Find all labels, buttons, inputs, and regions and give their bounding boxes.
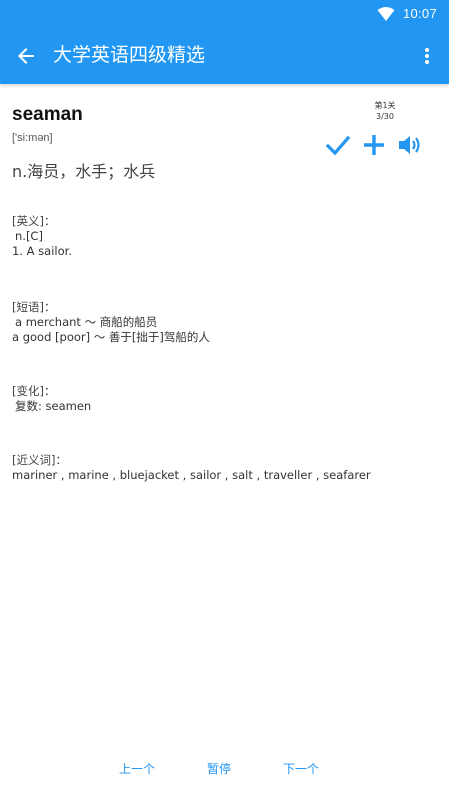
wifi-icon (377, 7, 395, 21)
section-english-definition: [英义]： n.[C] 1. A sailor. (12, 214, 72, 259)
prev-button[interactable]: 上一个 (119, 760, 155, 777)
section-synonyms: [近义词]： mariner , marine , bluejacket , s… (12, 453, 371, 483)
synonym-line: mariner , marine , bluejacket , sailor ,… (12, 468, 371, 482)
definition-line: 1. A sailor. (12, 244, 72, 258)
pause-button[interactable]: 暂停 (207, 760, 231, 777)
phrase-line: a good [poor] ～ 善于[拙于]驾船的人 (12, 330, 210, 344)
section-phrases: [短语]： a merchant ～ 商船的船员 a good [poor] ～… (12, 300, 210, 345)
word-actions (325, 132, 429, 160)
section-heading: [英义]： (12, 214, 56, 228)
status-bar: 10:07 (0, 0, 449, 28)
inflection-line: 复数: seamen (15, 399, 92, 413)
next-button[interactable]: 下一个 (283, 760, 319, 777)
section-heading: [变化]： (12, 384, 56, 398)
plus-icon[interactable] (361, 132, 387, 158)
volume-icon[interactable] (397, 132, 423, 158)
level-indicator: 第1关 3/30 (367, 100, 403, 122)
word-detail: seaman ['si:mən] n.海员，水手；水兵 第1关 3/30 [英义… (0, 84, 449, 744)
section-heading: [近义词]： (12, 453, 67, 467)
phonetic: ['si:mən] (12, 132, 53, 144)
status-time: 10:07 (402, 6, 437, 21)
app-bar: 大学英语四级精选 (0, 28, 449, 84)
level-label: 第1关 (374, 101, 396, 110)
app-title: 大学英语四级精选 (53, 44, 206, 66)
back-arrow-icon[interactable] (14, 44, 38, 68)
section-inflection: [变化]： 复数: seamen (12, 384, 91, 414)
more-vert-icon[interactable] (421, 44, 433, 68)
phrase-line: a merchant ～ 商船的船员 (15, 315, 158, 329)
section-heading: [短语]： (12, 300, 56, 314)
bottom-controls: 上一个 暂停 下一个 (0, 756, 449, 786)
headword: seaman (12, 104, 83, 125)
definition-line: n.[C] (15, 229, 43, 243)
meaning: n.海员，水手；水兵 (12, 162, 156, 181)
check-icon[interactable] (325, 132, 351, 158)
level-progress: 3/30 (376, 112, 394, 121)
